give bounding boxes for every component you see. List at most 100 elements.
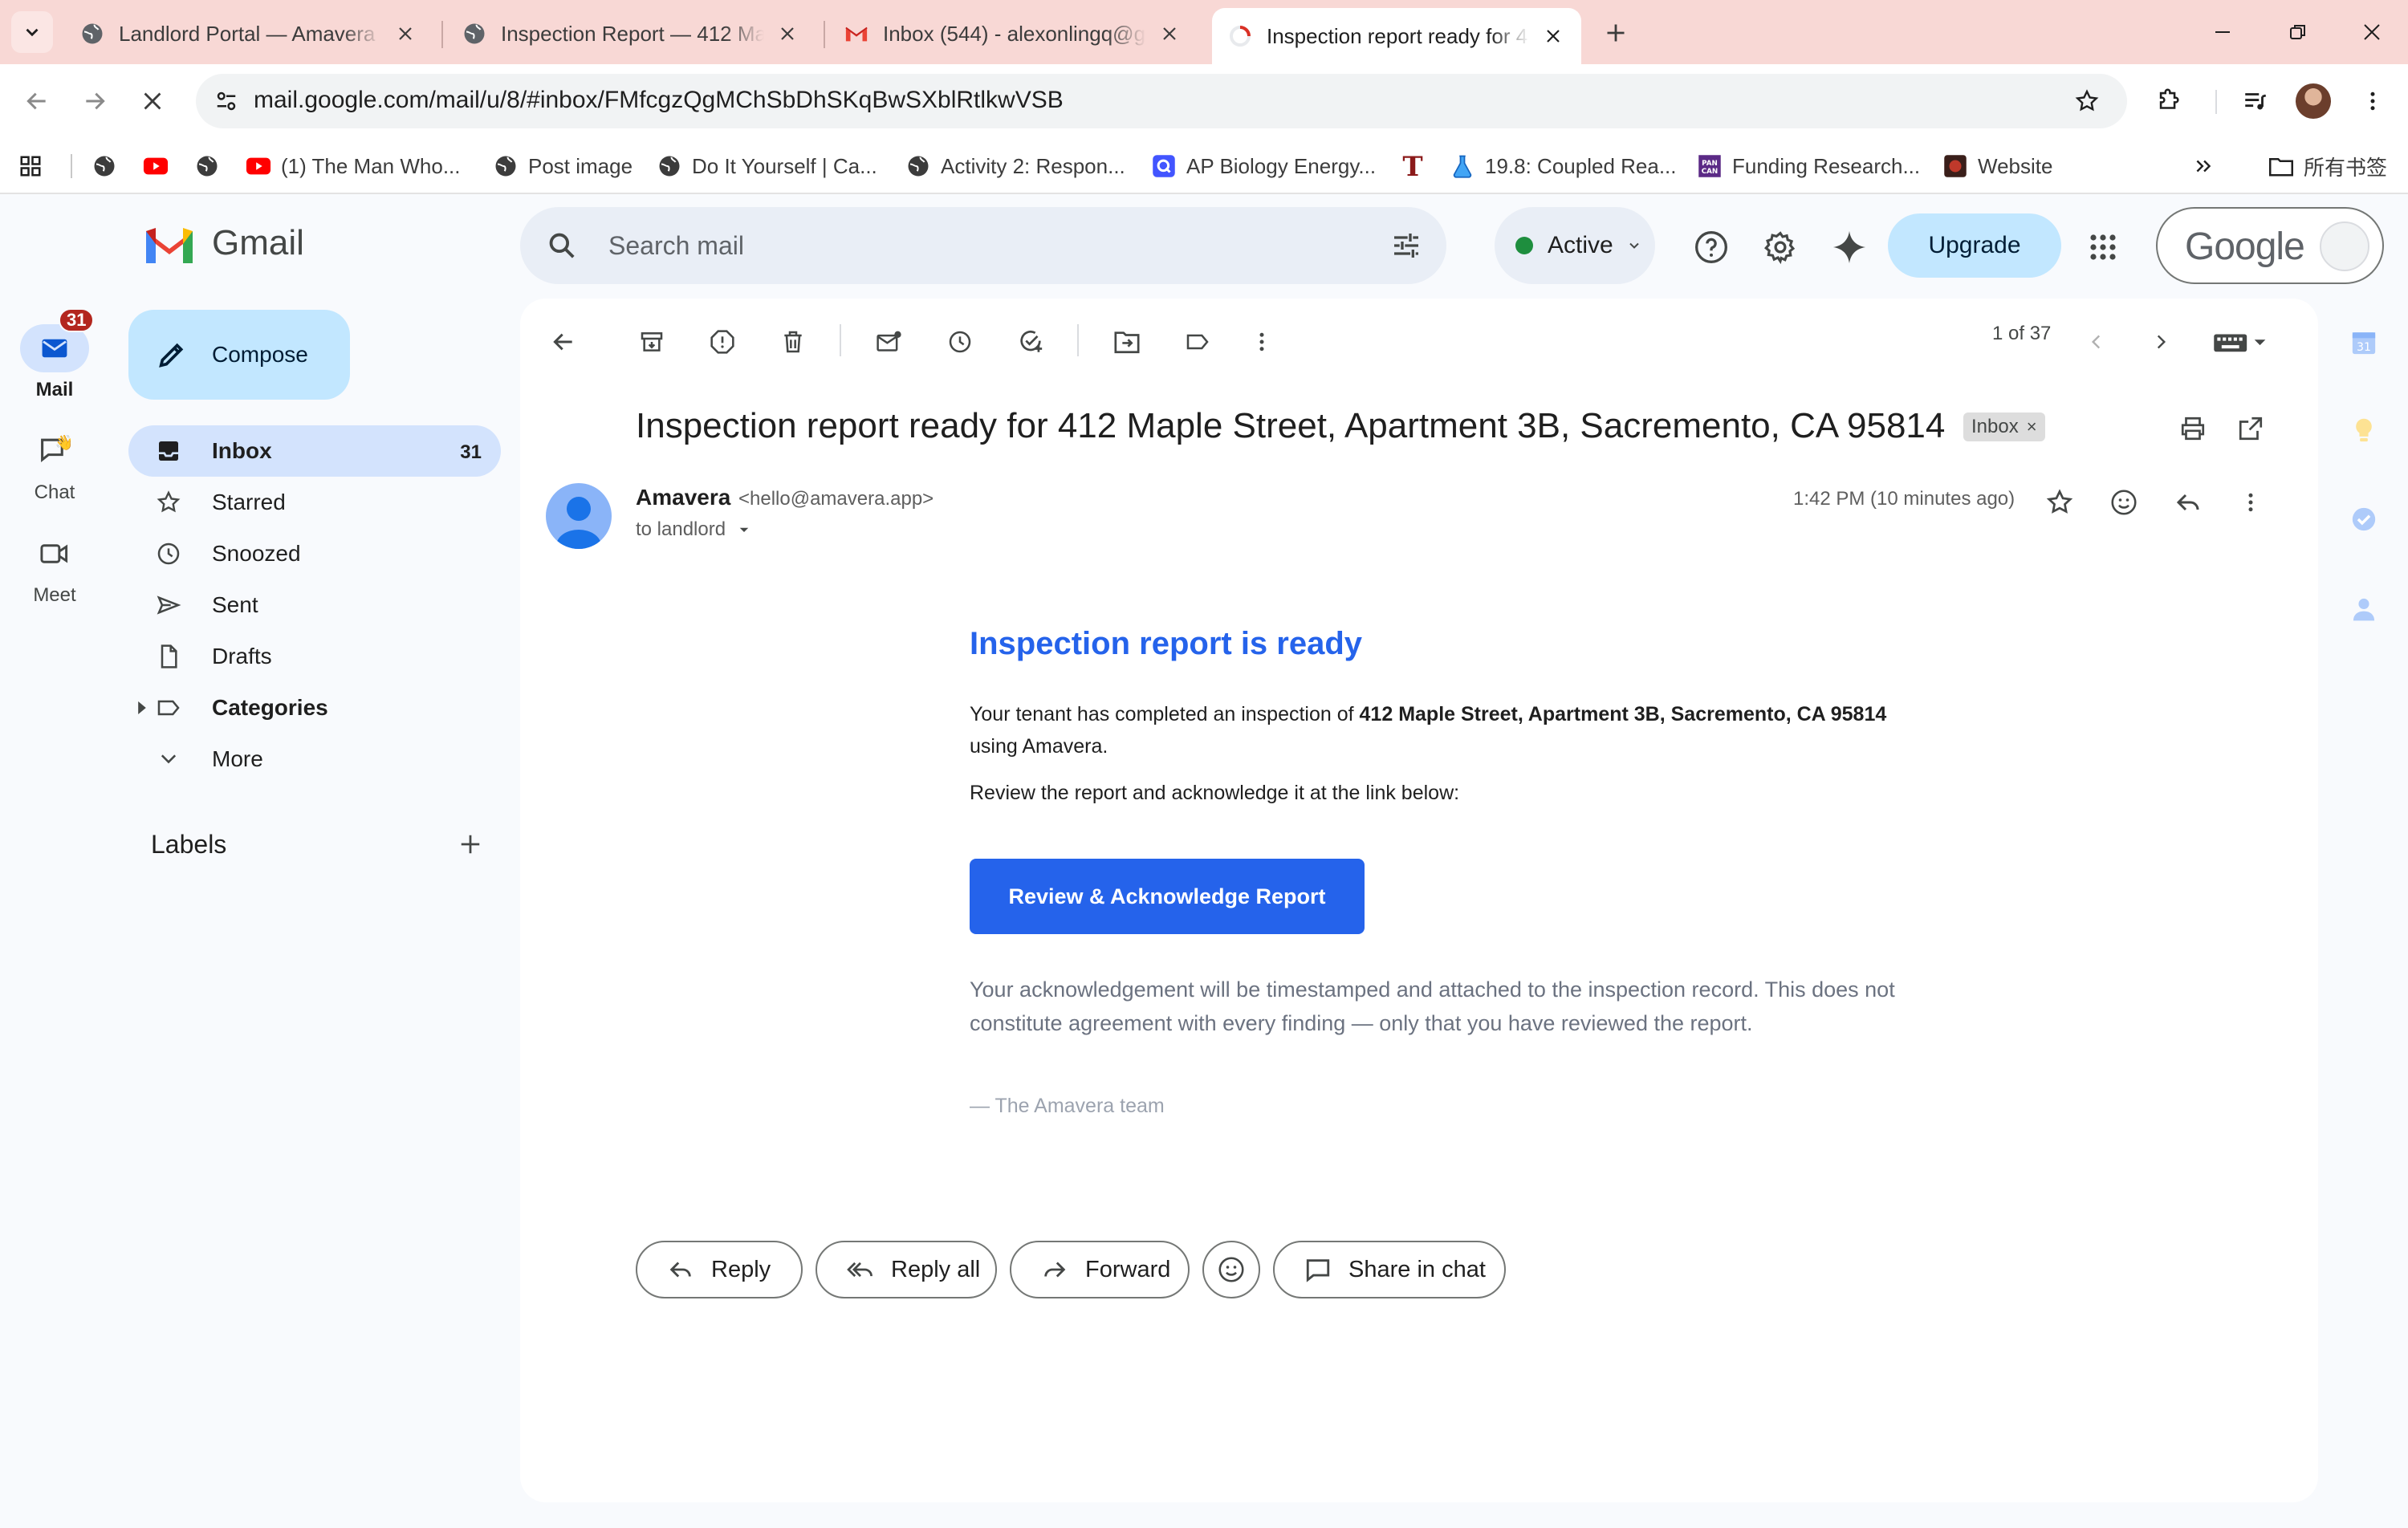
bookmark-ap-biology[interactable]: AP Biology Energy... xyxy=(1151,149,1376,183)
forward-button[interactable]: Forward xyxy=(1010,1241,1190,1298)
bookmark-post-image[interactable]: Post image xyxy=(493,149,633,183)
add-to-tasks-button[interactable] xyxy=(1010,321,1051,363)
settings-button[interactable] xyxy=(1758,225,1803,270)
close-icon[interactable] xyxy=(775,22,799,46)
show-details-icon[interactable] xyxy=(737,522,751,537)
upgrade-button[interactable]: Upgrade xyxy=(1888,213,2061,278)
nav-categories[interactable]: Categories xyxy=(128,682,501,734)
bookmark-the-man-who[interactable]: (1) The Man Who... xyxy=(246,149,461,183)
labels-button[interactable] xyxy=(1177,321,1218,363)
bookmark-globe-1[interactable] xyxy=(92,149,127,183)
print-all-button[interactable] xyxy=(2172,408,2214,449)
media-controls-button[interactable] xyxy=(2235,80,2276,122)
back-button[interactable] xyxy=(16,80,58,122)
bookmark-globe-2[interactable] xyxy=(194,149,230,183)
gmail-logo[interactable]: Gmail xyxy=(143,223,304,263)
bookmark-apps[interactable] xyxy=(18,149,53,183)
nav-more[interactable]: More xyxy=(128,734,501,785)
emoji-reaction-button[interactable] xyxy=(1202,1241,1260,1298)
tab-search-button[interactable] xyxy=(11,11,53,53)
close-icon[interactable] xyxy=(1157,22,1182,46)
gemini-button[interactable] xyxy=(1827,225,1872,270)
nav-sent[interactable]: Sent xyxy=(128,579,501,631)
profile-avatar[interactable] xyxy=(2296,83,2331,119)
minimize-button[interactable] xyxy=(2186,0,2259,64)
rail-chat[interactable]: 👋 Chat xyxy=(0,427,109,504)
open-new-window-button[interactable] xyxy=(2230,408,2272,449)
apps-grid-icon xyxy=(2090,234,2116,260)
site-settings-icon[interactable] xyxy=(209,83,244,119)
clock-icon xyxy=(949,331,971,353)
move-to-button[interactable] xyxy=(1106,321,1148,363)
forward-button[interactable] xyxy=(74,80,116,122)
add-reaction-button[interactable] xyxy=(2103,482,2145,523)
input-tools-button[interactable] xyxy=(2204,321,2276,363)
back-to-inbox-button[interactable] xyxy=(543,321,584,363)
compose-button[interactable]: Compose xyxy=(128,310,350,400)
search-input[interactable] xyxy=(608,225,1331,266)
reply-button[interactable] xyxy=(2167,482,2209,523)
nav-snoozed[interactable]: Snoozed xyxy=(128,528,501,579)
mark-unread-button[interactable] xyxy=(868,321,910,363)
bookmark-activity-2[interactable]: Activity 2: Respon... xyxy=(905,149,1125,183)
close-icon[interactable] xyxy=(1541,24,1565,48)
snooze-button[interactable] xyxy=(939,321,981,363)
stop-loading-button[interactable] xyxy=(132,80,173,122)
nav-inbox[interactable]: Inbox 31 xyxy=(128,425,501,477)
restore-button[interactable] xyxy=(2262,0,2334,64)
reply-all-button[interactable]: Reply all xyxy=(816,1241,997,1298)
bookmark-times[interactable]: T xyxy=(1400,149,1435,183)
newer-button[interactable] xyxy=(2076,321,2117,363)
reply-action-button[interactable]: Reply xyxy=(636,1241,803,1298)
share-in-chat-button[interactable]: Share in chat xyxy=(1273,1241,1506,1298)
support-button[interactable] xyxy=(1689,225,1734,270)
status-selector[interactable]: Active xyxy=(1495,207,1655,284)
nav-starred[interactable]: Starred xyxy=(128,477,501,528)
bookmark-website[interactable]: Website xyxy=(1942,149,2052,183)
google-account-button[interactable]: Google xyxy=(2156,207,2384,284)
tab-landlord-portal[interactable]: Landlord Portal — Amavera xyxy=(64,11,433,56)
search-icon[interactable] xyxy=(543,226,581,265)
close-icon[interactable] xyxy=(393,22,417,46)
contacts-app-button[interactable] xyxy=(2345,591,2382,628)
rail-meet[interactable]: Meet xyxy=(0,530,109,607)
add-task-icon xyxy=(1020,330,1043,352)
tab-gmail-inbox[interactable]: Inbox (544) - alexonlingq@g xyxy=(828,11,1198,56)
more-actions-button[interactable] xyxy=(1241,321,1283,363)
chat-icon: 👋 xyxy=(41,435,71,462)
calendar-app-button[interactable]: 31 xyxy=(2345,324,2382,361)
keep-app-button[interactable] xyxy=(2345,412,2382,449)
close-window-button[interactable] xyxy=(2336,0,2408,64)
tab-inspection-email[interactable]: Inspection report ready for 4 xyxy=(1212,8,1581,64)
trash-icon xyxy=(784,331,802,353)
bookmark-youtube-1[interactable] xyxy=(143,149,178,183)
bookmark-funding-research[interactable]: PAN CAN Funding Research... xyxy=(1697,149,1920,183)
tasks-app-button[interactable] xyxy=(2345,501,2382,538)
archive-button[interactable] xyxy=(631,321,673,363)
bookmarks-overflow-button[interactable] xyxy=(2193,149,2214,183)
bookmark-coupled-reactions[interactable]: 19.8: Coupled Rea... xyxy=(1450,149,1677,183)
browser-menu-button[interactable] xyxy=(2352,80,2394,122)
remove-label-icon[interactable]: × xyxy=(2027,417,2037,437)
bookmark-star-icon[interactable] xyxy=(2071,85,2103,117)
star-button[interactable] xyxy=(2039,482,2081,523)
create-label-button[interactable] xyxy=(454,828,486,860)
rail-mail[interactable]: 31 Mail xyxy=(0,308,109,401)
delete-button[interactable] xyxy=(772,321,814,363)
tab-inspection-report[interactable]: Inspection Report — 412 Ma xyxy=(446,11,816,56)
bookmark-do-it-yourself[interactable]: Do It Yourself | Ca... xyxy=(657,149,877,183)
review-acknowledge-button[interactable]: Review & Acknowledge Report xyxy=(970,859,1365,934)
extensions-button[interactable] xyxy=(2148,80,2190,122)
chat-icon xyxy=(1302,1254,1334,1286)
chevron-down-icon xyxy=(1629,242,1639,249)
message-more-button[interactable] xyxy=(2230,482,2272,523)
address-bar[interactable]: mail.google.com/mail/u/8/#inbox/FMfcgzQg… xyxy=(196,74,2127,128)
older-button[interactable] xyxy=(2140,321,2182,363)
google-apps-button[interactable] xyxy=(2081,225,2125,270)
report-spam-button[interactable] xyxy=(702,321,743,363)
search-options-icon[interactable] xyxy=(1387,226,1426,265)
plus-icon xyxy=(1607,24,1625,42)
new-tab-button[interactable] xyxy=(1597,14,1634,51)
nav-drafts[interactable]: Drafts xyxy=(128,631,501,682)
all-bookmarks-button[interactable]: 所有书签 xyxy=(2268,149,2387,183)
